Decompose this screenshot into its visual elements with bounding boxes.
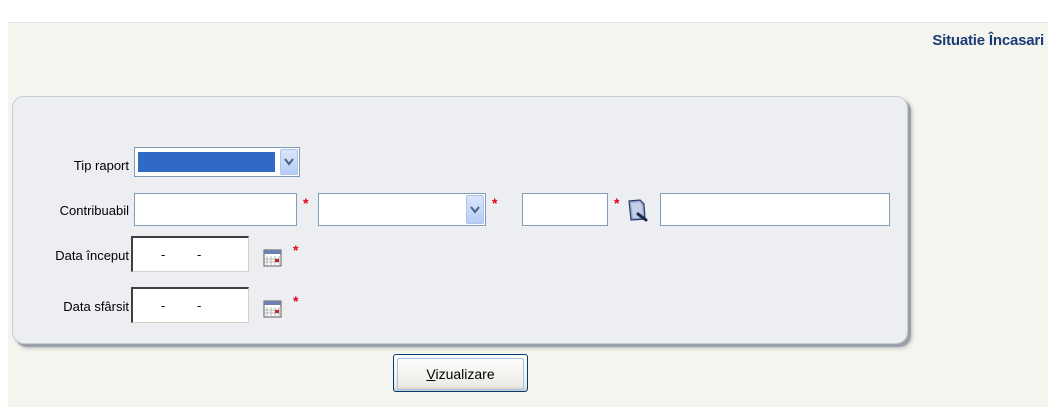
data-sfarsit-field[interactable]: - - bbox=[131, 287, 249, 323]
tip-raport-label: Tip raport bbox=[73, 158, 129, 173]
top-divider bbox=[8, 22, 1048, 23]
data-inceput-label: Data început bbox=[55, 248, 129, 263]
vizualizare-button[interactable]: Vizualizare bbox=[393, 354, 528, 392]
contribuabil-name-field[interactable] bbox=[660, 193, 890, 226]
required-marker: * bbox=[293, 242, 299, 258]
required-marker: * bbox=[293, 293, 299, 309]
vizualizare-button-label: Vizualizare bbox=[397, 358, 524, 390]
contribuabil-type-select[interactable] bbox=[318, 193, 486, 226]
report-form-panel: Tip raport Contribuabil * * * Data încep… bbox=[12, 96, 908, 344]
chevron-down-icon[interactable] bbox=[280, 149, 298, 175]
chevron-down-icon[interactable] bbox=[466, 195, 484, 224]
page-title: Situatie Încasari bbox=[932, 32, 1044, 49]
tip-raport-selected-option bbox=[138, 152, 275, 172]
folder-lookup-icon[interactable] bbox=[626, 198, 648, 222]
tip-raport-select[interactable] bbox=[134, 147, 300, 177]
contribuabil-code-field[interactable] bbox=[134, 193, 297, 226]
contribuabil-label: Contribuabil bbox=[59, 203, 129, 218]
button-label-rest: izualizare bbox=[435, 366, 495, 382]
required-marker: * bbox=[492, 195, 498, 211]
calendar-icon[interactable] bbox=[263, 299, 283, 319]
data-sfarsit-label: Data sfârsit bbox=[63, 299, 129, 314]
required-marker: * bbox=[303, 195, 309, 211]
contribuabil-id-field[interactable] bbox=[522, 193, 608, 226]
data-inceput-field[interactable]: - - bbox=[131, 236, 249, 272]
calendar-icon[interactable] bbox=[263, 248, 283, 268]
required-marker: * bbox=[614, 195, 620, 211]
